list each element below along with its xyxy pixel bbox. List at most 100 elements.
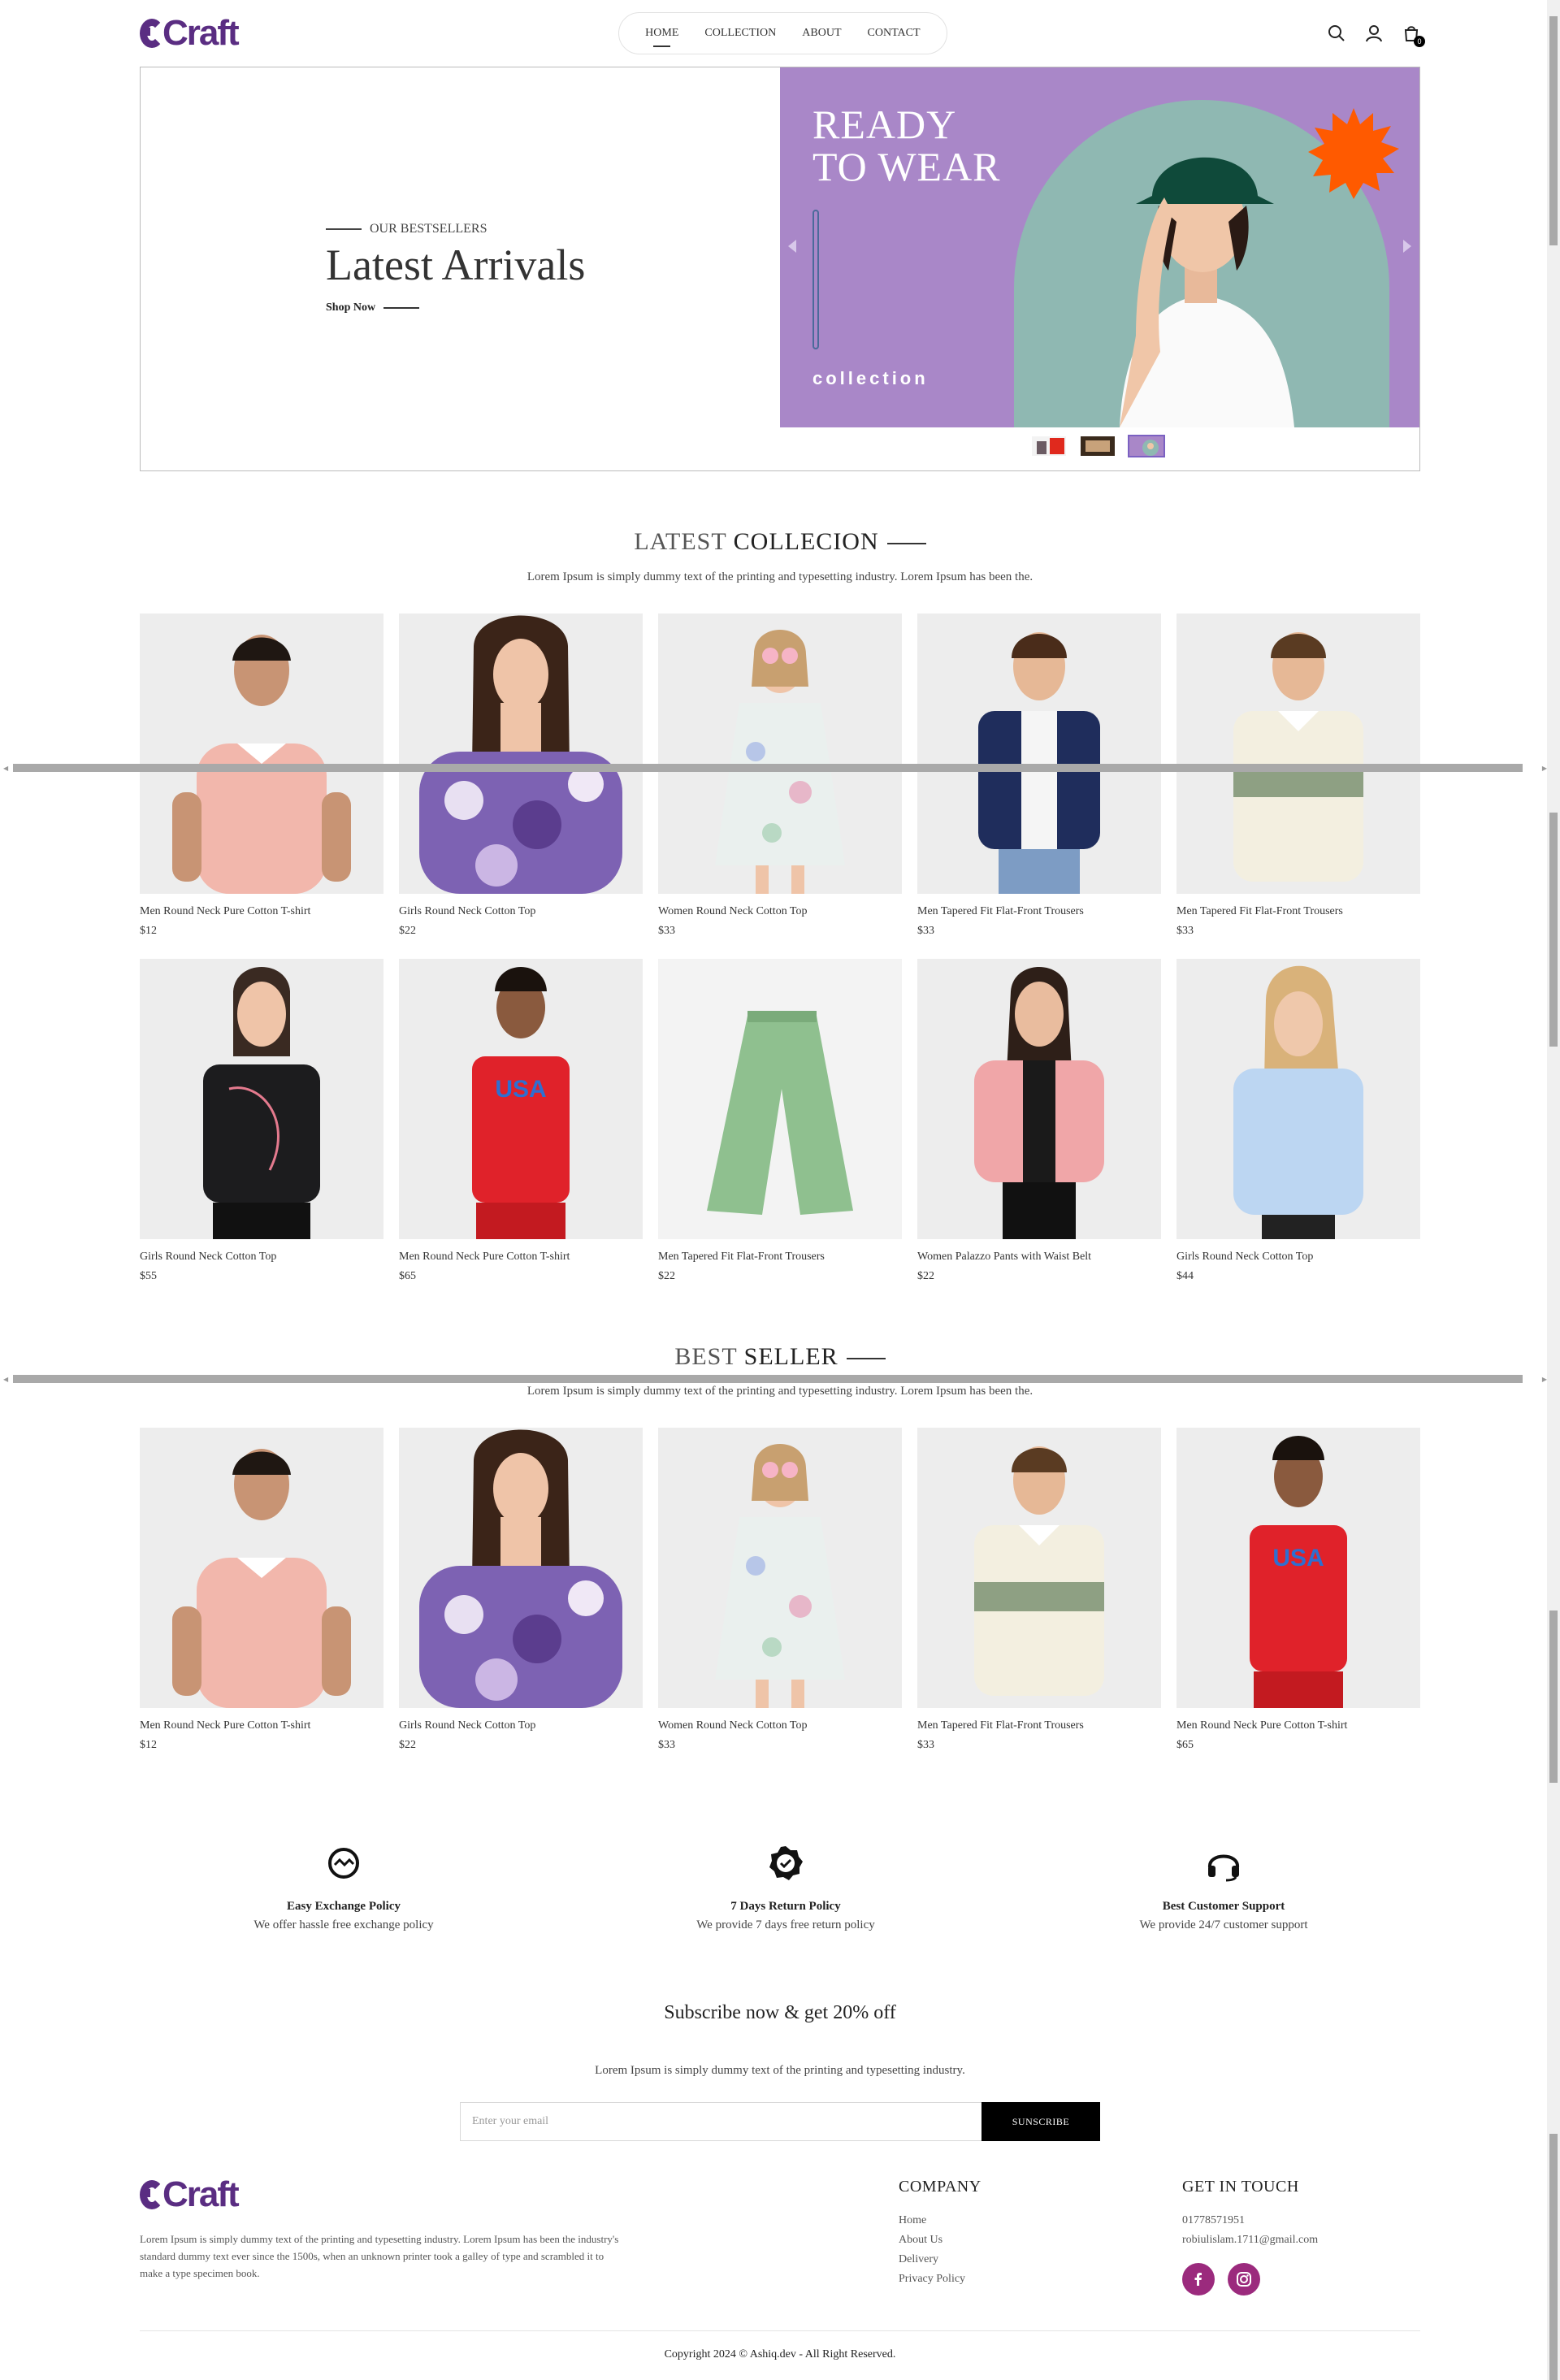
product-name[interactable]: Girls Round Neck Cotton Top [140,1251,384,1264]
product-card[interactable]: Women Round Neck Cotton Top $33 [658,1428,902,1752]
scroll-left-arrow-icon[interactable]: ◀ [3,765,8,772]
product-name[interactable]: Men Round Neck Pure Cotton T-shirt [399,1251,643,1264]
email-input[interactable] [460,2102,982,2141]
product-name[interactable]: Men Round Neck Pure Cotton T-shirt [140,905,384,918]
horizontal-scrollbar[interactable]: ◀ ▶ [0,1373,1552,1383]
product-card[interactable]: Men Round Neck Pure Cotton T-shirt $12 [140,613,384,938]
footer-link-delivery[interactable]: Delivery [899,2253,982,2266]
subscribe-button[interactable]: SUNSCRIBE [982,2102,1100,2141]
latest-collection-subtitle: Lorem Ipsum is simply dummy text of the … [526,570,1034,583]
feature-desc: We offer hassle free exchange policy [254,1918,434,1931]
heading-light: LATEST [634,528,727,555]
feature-return: 7 Days Return Policy We provide 7 days f… [623,1845,948,1932]
product-price: $22 [917,1270,934,1282]
product-image[interactable] [917,1428,1161,1708]
search-icon[interactable] [1328,24,1346,42]
product-price: $65 [399,1270,416,1282]
product-name[interactable]: Men Tapered Fit Flat-Front Trousers [1176,905,1420,918]
product-name[interactable]: Men Tapered Fit Flat-Front Trousers [917,1719,1161,1732]
product-name[interactable]: Men Tapered Fit Flat-Front Trousers [658,1251,902,1264]
header-icons: 0 [1328,24,1425,47]
scrollbar-thumb[interactable] [1549,2134,1558,2380]
product-name[interactable]: Men Tapered Fit Flat-Front Trousers [917,905,1161,918]
product-image[interactable]: USA [1176,1428,1420,1708]
product-image[interactable] [658,959,902,1239]
social-links [1182,2263,1318,2295]
footer-email: robiulislam.1711@gmail.com [1182,2234,1319,2246]
product-card[interactable]: Girls Round Neck Cotton Top $44 [1176,959,1420,1283]
footer-company: COMPANY Home About Us Delivery Privacy P… [899,2178,982,2286]
nav-home[interactable]: HOME [645,27,678,47]
product-image[interactable] [399,613,643,894]
product-image[interactable] [399,1428,643,1708]
product-image[interactable] [1176,613,1420,894]
hero-text-panel: OUR BESTSELLERS Latest Arrivals Shop Now [141,67,780,427]
footer-divider [140,2330,1420,2331]
scrollbar-thumb[interactable] [13,764,1523,772]
cart-icon[interactable]: 0 [1402,24,1425,47]
scrollbar-thumb[interactable] [1549,813,1558,1047]
product-card[interactable]: Girls Round Neck Cotton Top $22 [399,1428,643,1752]
product-image[interactable]: USA [399,959,643,1239]
slide-thumb-2[interactable] [1079,435,1116,457]
brand-logo[interactable]: Craft [140,13,240,54]
slide-thumb-3[interactable] [1128,435,1165,457]
nav-about[interactable]: ABOUT [802,27,841,40]
facebook-icon[interactable] [1182,2263,1215,2295]
horizontal-scrollbar[interactable]: ◀ ▶ [0,762,1552,772]
product-image[interactable] [917,959,1161,1239]
product-name[interactable]: Girls Round Neck Cotton Top [1176,1251,1420,1264]
footer-logo[interactable]: Craft [140,2174,240,2215]
exchange-icon [325,1845,362,1882]
scrollbar-thumb[interactable] [13,1375,1523,1383]
product-name[interactable]: Girls Round Neck Cotton Top [399,1719,643,1732]
product-image[interactable] [140,959,384,1239]
best-seller-subtitle: Lorem Ipsum is simply dummy text of the … [526,1385,1034,1398]
product-name[interactable]: Women Round Neck Cotton Top [658,905,902,918]
product-card[interactable]: Girls Round Neck Cotton Top $22 [399,613,643,938]
footer-link-about[interactable]: About Us [899,2234,982,2247]
product-name[interactable]: Men Round Neck Pure Cotton T-shirt [140,1719,384,1732]
nav-contact[interactable]: CONTACT [868,27,921,40]
product-card[interactable]: Women Palazzo Pants with Waist Belt $22 [917,959,1161,1283]
footer-contact: GET IN TOUCH 01778571951 robiulislam.171… [1182,2178,1318,2295]
product-card[interactable]: Men Tapered Fit Flat-Front Trousers $33 [917,1428,1161,1752]
product-image[interactable] [140,613,384,894]
scroll-left-arrow-icon[interactable]: ◀ [3,1376,8,1383]
scrollbar-thumb[interactable] [1549,1611,1558,1783]
product-name[interactable]: Girls Round Neck Cotton Top [399,905,643,918]
nav-collection[interactable]: COLLECTION [704,27,776,40]
product-name[interactable]: Men Round Neck Pure Cotton T-shirt [1176,1719,1420,1732]
footer-link-home[interactable]: Home [899,2214,982,2227]
product-image[interactable] [917,613,1161,894]
heading-dark: SELLER [743,1343,838,1370]
shop-now-link[interactable]: Shop Now [326,301,419,314]
footer-link-privacy[interactable]: Privacy Policy [899,2273,982,2286]
banner-tag: collection [812,368,929,388]
slide-thumb-1[interactable] [1030,435,1068,457]
product-image[interactable] [1176,959,1420,1239]
product-card[interactable]: Men Tapered Fit Flat-Front Trousers $33 [1176,613,1420,938]
product-card[interactable]: Girls Round Neck Cotton Top $55 [140,959,384,1283]
product-image[interactable] [658,613,902,894]
product-price: $22 [399,1739,416,1751]
product-card[interactable]: Men Round Neck Pure Cotton T-shirt $12 [140,1428,384,1752]
svg-text:USA: USA [495,1076,546,1103]
product-card[interactable]: Women Round Neck Cotton Top $33 [658,613,902,938]
product-card[interactable]: USA Men Round Neck Pure Cotton T-shirt $… [399,959,643,1283]
slide-prev-arrow-icon[interactable] [788,240,796,253]
product-card[interactable]: Men Tapered Fit Flat-Front Trousers $22 [658,959,902,1283]
product-image[interactable] [658,1428,902,1708]
product-card[interactable]: Men Tapered Fit Flat-Front Trousers $33 [917,613,1161,938]
profile-icon[interactable] [1365,24,1383,42]
product-card[interactable]: USA Men Round Neck Pure Cotton T-shirt $… [1176,1428,1420,1752]
instagram-icon[interactable] [1228,2263,1260,2295]
subscribe-text: Lorem Ipsum is simply dummy text of the … [595,2064,965,2077]
heading-light: BEST [674,1343,738,1370]
scrollbar-thumb[interactable] [1549,16,1558,245]
vertical-scrollbar[interactable] [1547,0,1560,2380]
product-name[interactable]: Women Palazzo Pants with Waist Belt [917,1251,1161,1264]
product-name[interactable]: Women Round Neck Cotton Top [658,1719,902,1732]
slide-next-arrow-icon[interactable] [1403,240,1411,253]
product-image[interactable] [140,1428,384,1708]
